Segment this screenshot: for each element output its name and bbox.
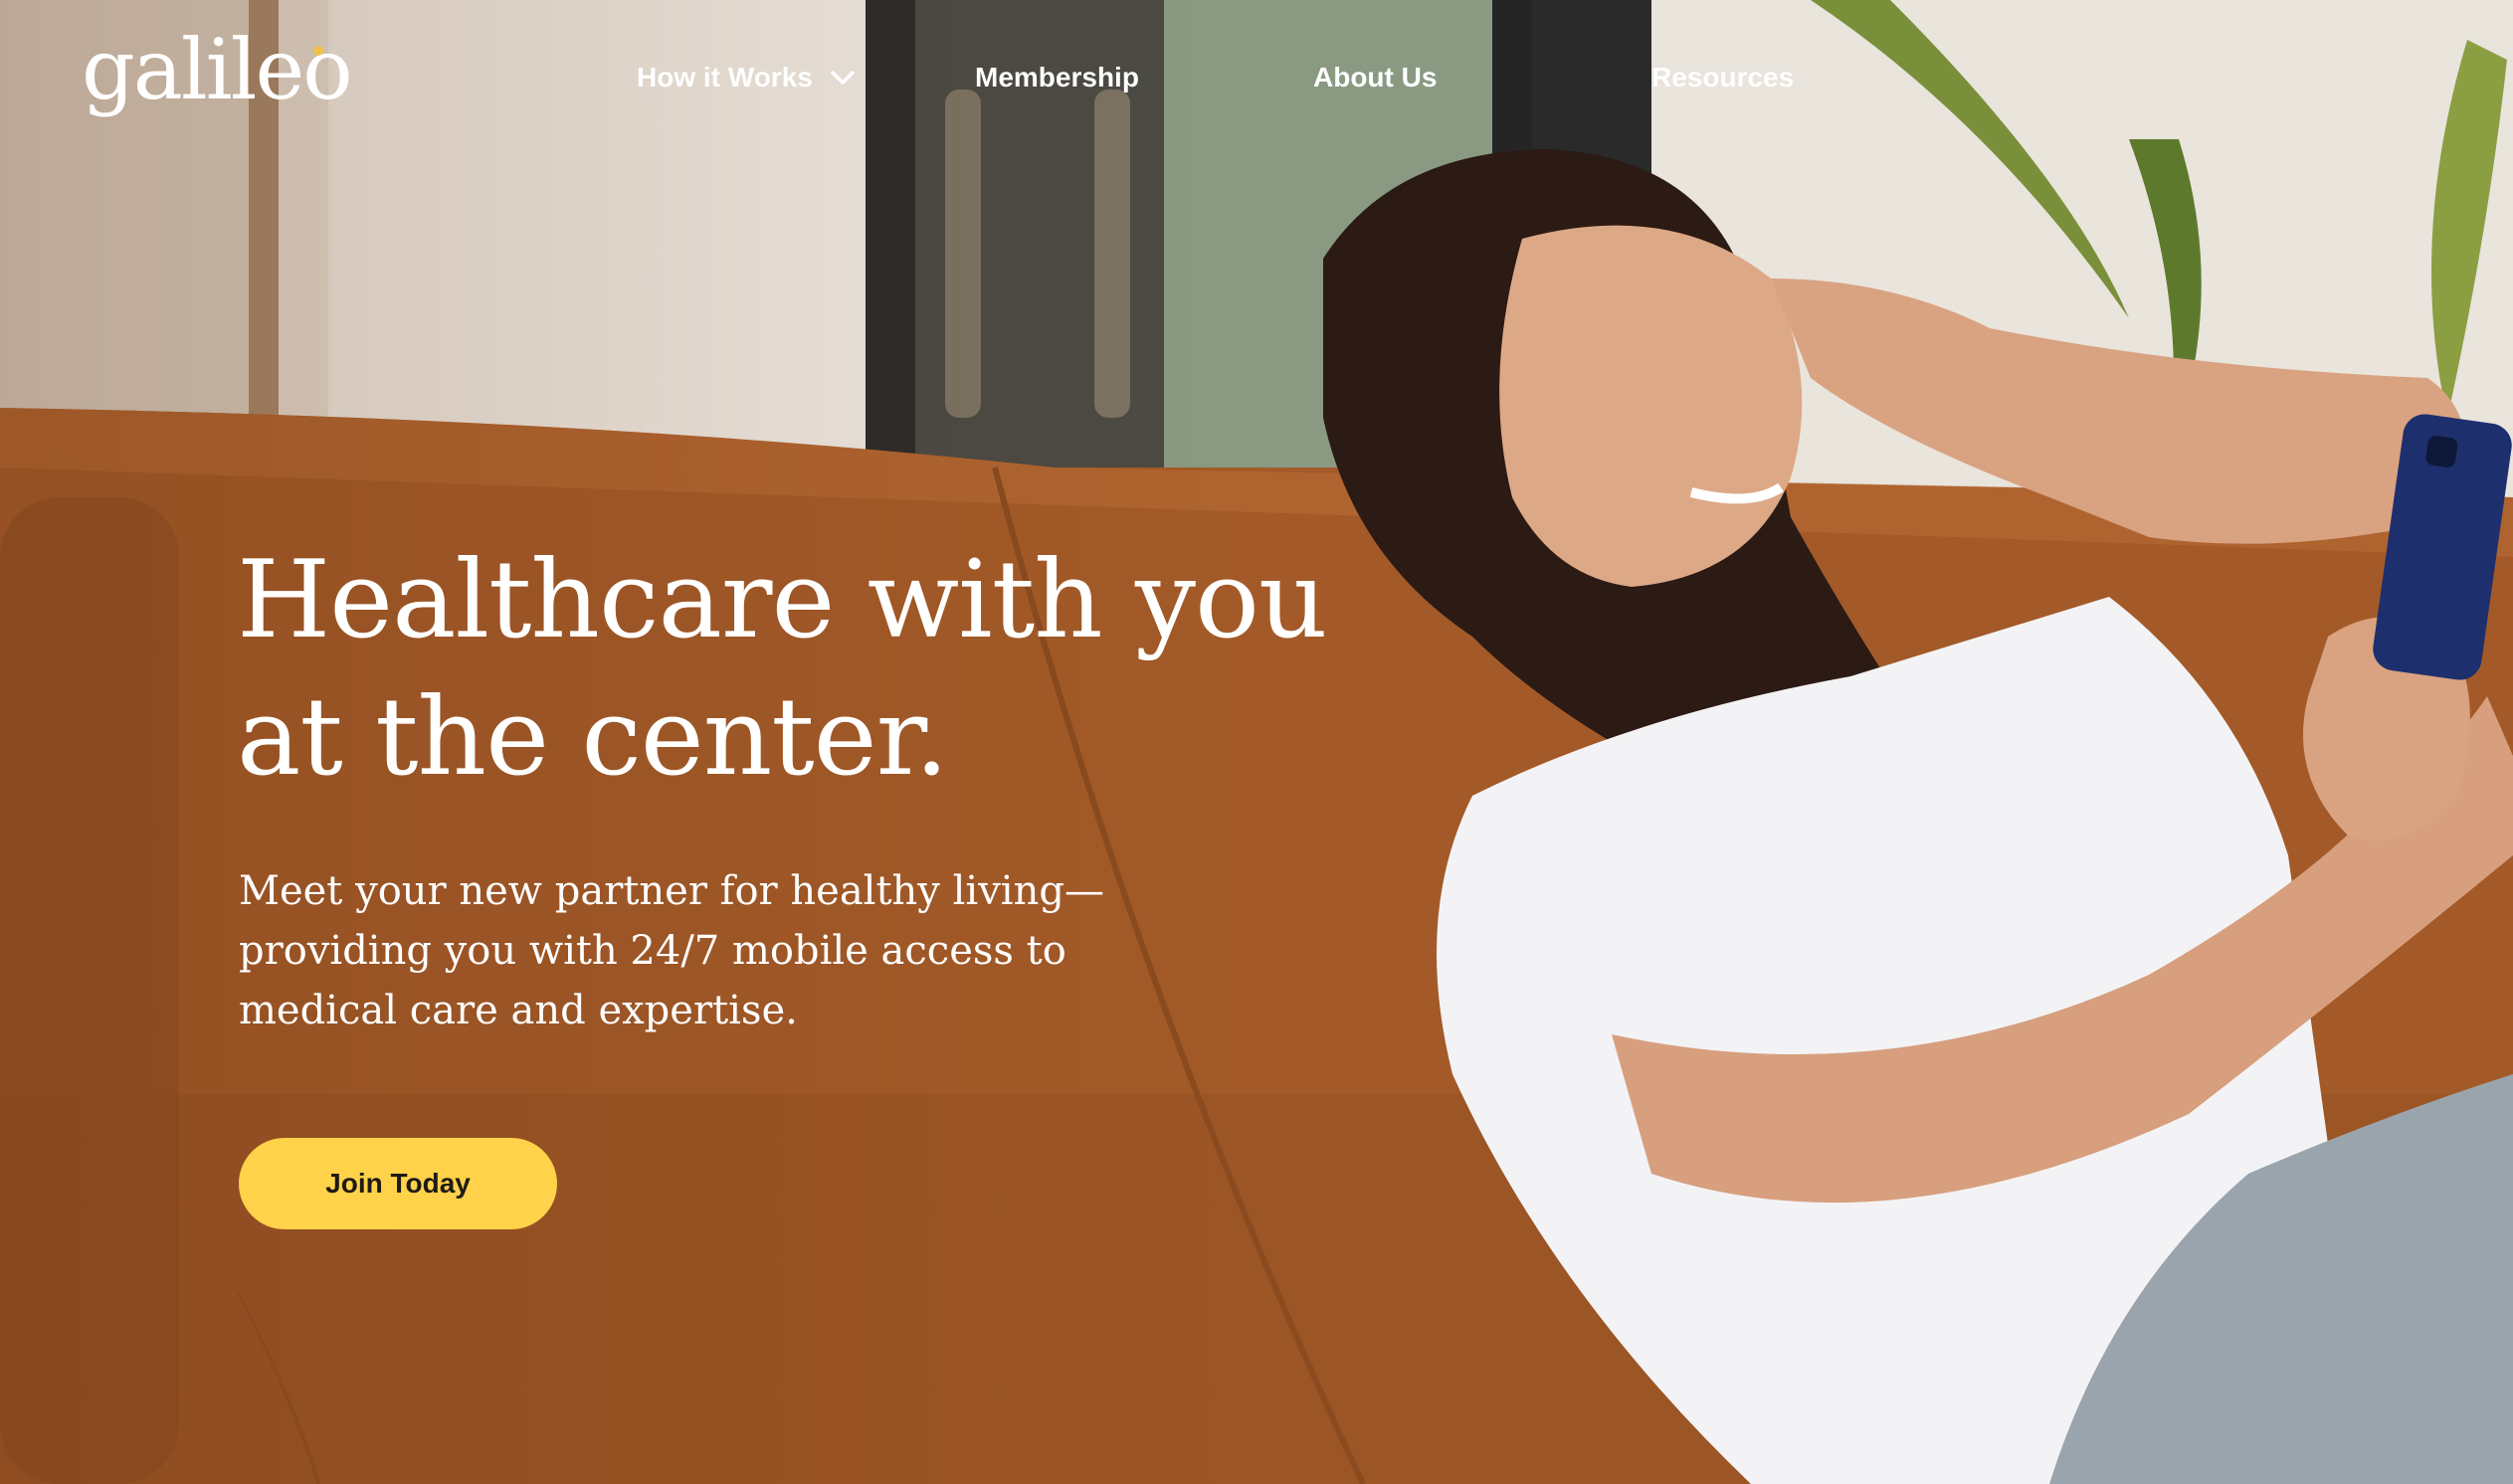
nav-item-resources[interactable]: Resources [1651, 62, 1794, 93]
logo-accent-dot [313, 46, 323, 56]
nav-item-label: How it Works [637, 62, 813, 93]
hero-headline: Healthcare with you at the center. [237, 538, 1328, 800]
nav-item-membership[interactable]: Membership [975, 62, 1139, 93]
chevron-down-icon [831, 71, 855, 85]
hero-section: galileo How it Works Membership About Us… [0, 0, 2513, 1484]
nav-item-how-it-works[interactable]: How it Works [637, 62, 859, 93]
nav-item-label: Resources [1651, 62, 1795, 93]
hero-subtext: Meet your new partner for healthy living… [239, 868, 1104, 1033]
nav-item-label: Membership [975, 62, 1139, 93]
join-today-button[interactable]: Join Today [239, 1138, 557, 1229]
galileo-logo[interactable]: galileo [82, 28, 353, 111]
nav-item-label: About Us [1313, 62, 1438, 93]
nav-item-about-us[interactable]: About Us [1313, 62, 1437, 93]
